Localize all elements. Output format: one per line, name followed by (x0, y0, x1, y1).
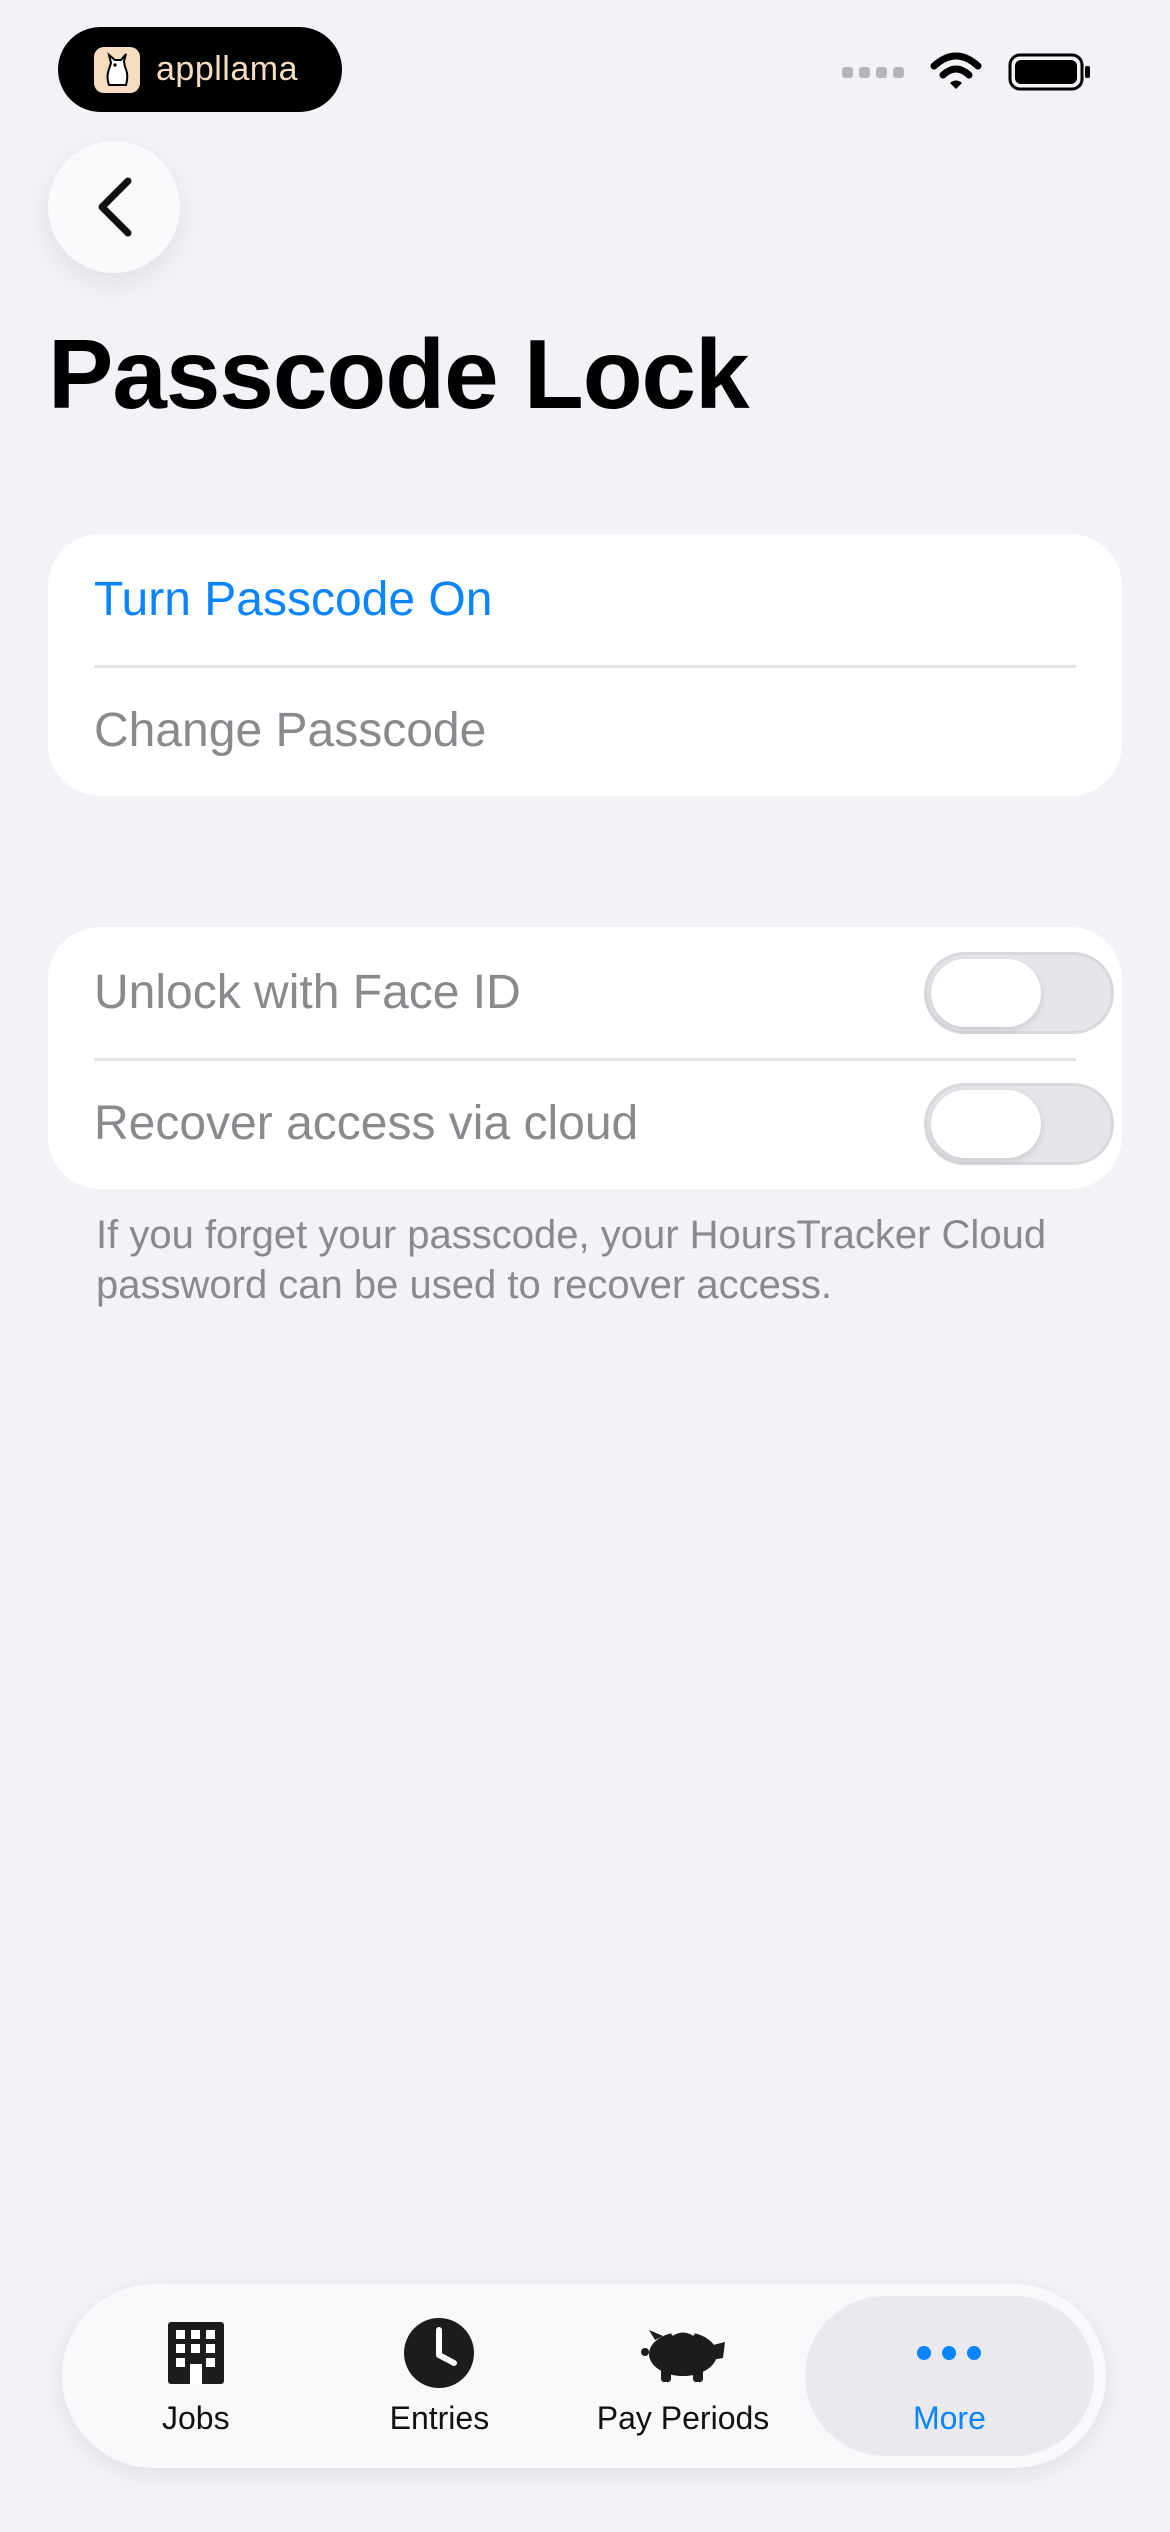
tab-label: Jobs (162, 2399, 230, 2436)
tab-label: Pay Periods (596, 2399, 770, 2436)
brand-badge: appllama (58, 27, 342, 112)
tab-more[interactable]: More (804, 2296, 1094, 2456)
ellipsis-icon (914, 2316, 984, 2390)
cloud-recovery-row: Recover access via cloud (48, 1058, 1122, 1189)
battery-icon (1008, 53, 1090, 91)
passcode-settings-group: Turn Passcode On Change Passcode (48, 534, 1122, 796)
turn-passcode-on-button[interactable]: Turn Passcode On (48, 534, 1122, 665)
tab-label: More (912, 2399, 986, 2436)
toggle-knob (931, 958, 1041, 1027)
tab-bar: Jobs Entries Pay Periods More (62, 2284, 1106, 2468)
brand-name: appllama (156, 50, 298, 88)
tab-entries[interactable]: Entries (318, 2296, 562, 2456)
screen: appllama Passcode Lock Turn Passcode On … (0, 0, 1170, 2532)
wifi-icon (930, 52, 982, 89)
clock-icon (402, 2316, 476, 2390)
back-button[interactable] (48, 141, 180, 273)
tab-jobs[interactable]: Jobs (74, 2296, 318, 2456)
cloud-recovery-toggle[interactable] (924, 1082, 1114, 1165)
piggy-bank-icon (639, 2316, 727, 2390)
security-settings-group: Unlock with Face ID Recover access via c… (48, 927, 1122, 1189)
chevron-left-icon (98, 177, 132, 237)
page-title: Passcode Lock (48, 319, 750, 429)
change-passcode-button[interactable]: Change Passcode (48, 665, 1122, 796)
building-icon (166, 2316, 226, 2390)
tab-pay-periods[interactable]: Pay Periods (561, 2296, 805, 2456)
recovery-footnote: If you forget your passcode, your HoursT… (96, 1213, 1047, 1307)
status-indicators (842, 52, 1092, 92)
face-id-row: Unlock with Face ID (48, 927, 1122, 1058)
tab-label: Entries (389, 2399, 490, 2436)
face-id-toggle[interactable] (924, 951, 1114, 1034)
toggle-knob (931, 1089, 1041, 1158)
face-id-label: Unlock with Face ID (94, 966, 521, 1019)
llama-logo-icon (94, 46, 140, 93)
cloud-recovery-label: Recover access via cloud (94, 1097, 639, 1150)
cellular-signal-icon (842, 66, 904, 78)
